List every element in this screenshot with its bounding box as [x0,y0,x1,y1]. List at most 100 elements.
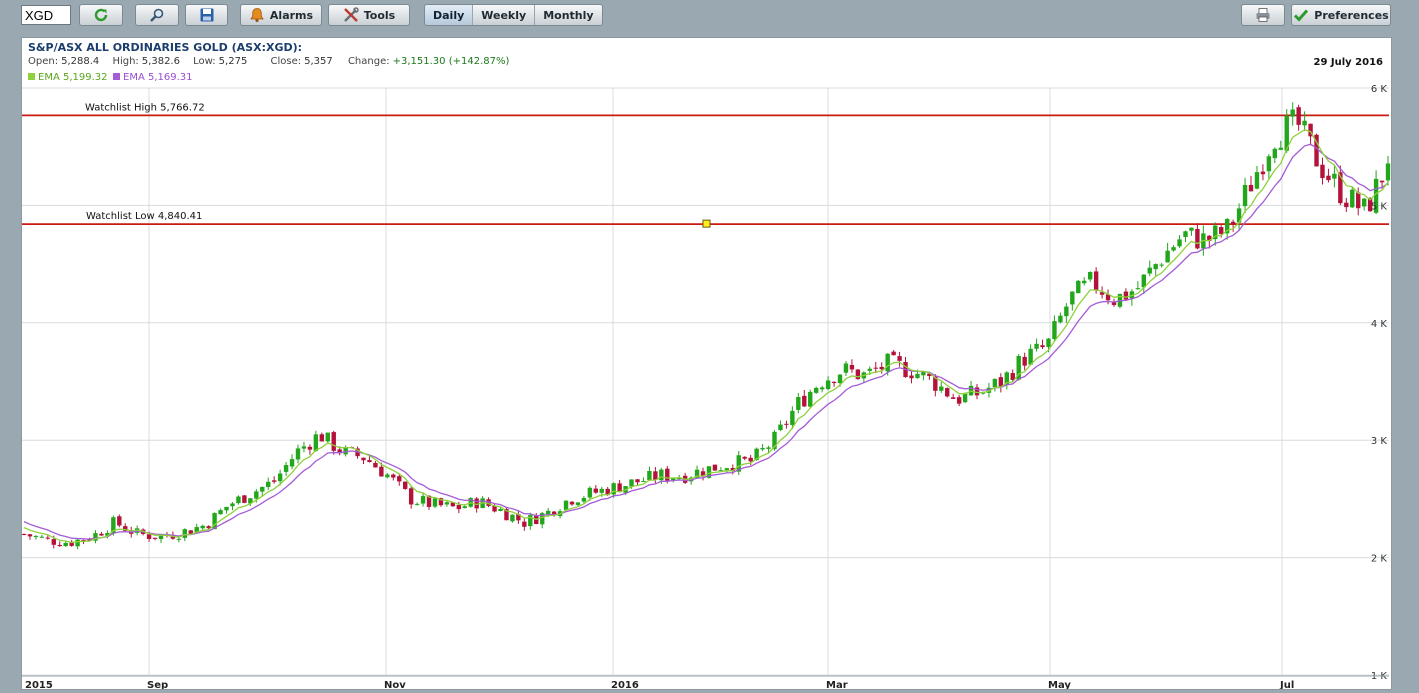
watchlist-drag-handle[interactable] [702,219,711,228]
low-value: 5,275 [218,56,248,67]
candle-body [176,538,182,540]
candle-body [1165,250,1170,263]
candle-body [1076,280,1081,294]
candle-body [1046,338,1051,347]
save-button[interactable] [185,4,228,26]
candle-body [968,385,974,396]
candle-body [218,510,223,515]
candle-body [1123,291,1129,300]
print-button[interactable] [1241,4,1285,26]
ohlc-summary: Open: 5,288.4 High: 5,382.6 Low: 5,275 Clos… [28,56,512,67]
candle-body [962,393,968,403]
candle-body [1052,321,1057,340]
candle-body [599,488,604,493]
candle-body [1350,189,1355,208]
preferences-label: Preferences [1314,8,1389,22]
candle-body [909,375,914,379]
printer-icon [1256,8,1270,22]
bell-icon [250,8,264,23]
candle-body [1379,180,1385,183]
candle-body [1296,107,1301,125]
candle-body [266,481,271,487]
candle-body [1070,291,1075,305]
candle-body [659,469,664,481]
candle-body [796,397,801,410]
candle-body [635,479,640,483]
candle-body [1219,227,1224,234]
candle-body [444,502,450,505]
open-label: Open: [28,56,59,67]
candle-body [1159,264,1164,266]
refresh-button[interactable] [79,4,123,26]
candle-body [260,486,265,492]
tools-icon [343,7,359,22]
magnifier-icon [150,8,164,22]
candle-body [843,363,849,373]
candle-body [242,495,247,503]
candle-body [152,537,158,539]
candle-body [825,380,831,390]
candle-body [373,462,378,468]
candle-body [432,498,438,507]
candle-body [313,434,319,451]
candle-body [879,366,884,370]
y-tick-label: 2 K [1371,554,1388,565]
candle-body [1320,164,1325,179]
preferences-button[interactable]: Preferences [1291,4,1391,26]
ema-fast-swatch [28,73,35,80]
alarms-button[interactable]: Alarms [240,4,322,26]
tab-daily[interactable]: Daily [425,5,474,25]
candle-body [1230,221,1236,225]
candle-body [939,386,944,391]
refresh-icon [94,8,108,22]
candle-body [343,447,348,455]
candle-body [1332,173,1337,179]
candle-body [1153,264,1158,270]
candle-body [778,424,783,431]
candle-body [1022,356,1027,366]
candle-body [39,536,45,538]
tools-button[interactable]: Tools [328,4,410,26]
search-button[interactable] [135,4,179,26]
candle-body [307,446,313,450]
candle-body [1177,239,1182,247]
change-label: Change: [347,56,390,67]
candle-body [837,374,843,384]
y-tick-label: 3 K [1371,436,1388,447]
candle-body [724,468,730,471]
candle-body [408,488,414,505]
open-value: 5,288.4 [61,56,100,67]
candle-body [271,480,277,482]
instrument-title: S&P/ASX ALL ORDINARIES GOLD (ASX:XGD): [28,41,303,54]
candle-body [301,446,307,449]
candle-body [295,448,301,460]
candle-body [254,491,259,499]
candle-body [641,480,646,482]
candle-body [230,503,235,507]
candle-body [522,521,527,527]
price-chart[interactable]: Watchlist High 5,766.72 Watchlist Low 4,8… [22,38,1391,689]
toolbar: Alarms Tools Daily Weekly Monthly Prefer… [0,0,1419,34]
candle-body [1254,172,1260,189]
ema-slow-swatch [113,73,120,80]
candle-body [855,369,861,380]
candle-body [498,509,503,512]
candle-body [414,503,420,505]
watchlist-label: Watchlist High 5,766.72 [85,102,205,113]
candle-body [1361,198,1367,207]
tab-monthly[interactable]: Monthly [535,5,602,25]
candle-body [456,505,462,510]
tab-weekly[interactable]: Weekly [473,5,536,25]
low-label: Low: [193,56,216,67]
candle-body [331,432,336,451]
ema-slow-line [23,143,1389,540]
candle-body [361,457,366,461]
symbol-input[interactable] [21,5,71,25]
x-tick-label: May [1048,680,1071,689]
ema-fast-value: EMA 5,199.32 [38,72,108,83]
close-value: 5,357 [304,56,333,67]
candle-body [563,500,569,510]
candle-body [379,466,384,477]
candle-body [236,496,241,504]
candle-body [593,488,599,493]
